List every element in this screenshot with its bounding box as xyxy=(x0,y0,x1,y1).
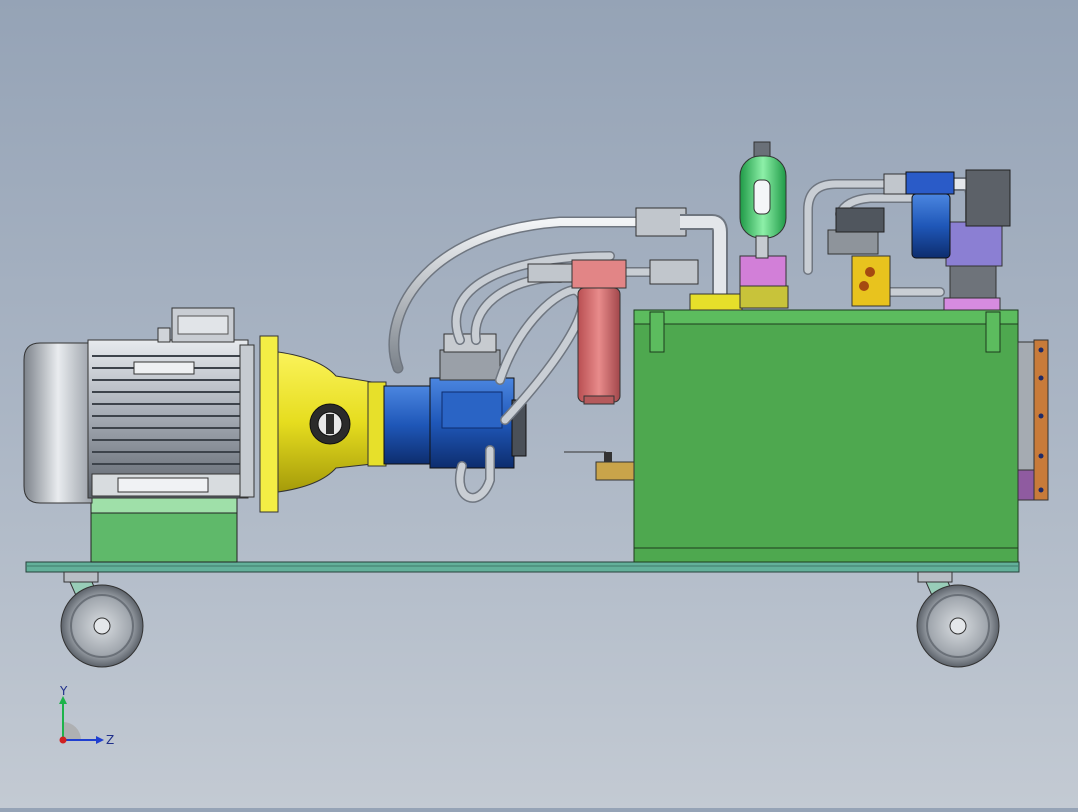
electric-motor[interactable] xyxy=(23,307,255,504)
caster-wheel-right[interactable] xyxy=(916,571,1000,668)
coordinate-triad: Y Z xyxy=(59,686,114,747)
motor-base[interactable] xyxy=(90,496,238,563)
bell-housing[interactable] xyxy=(259,335,373,513)
z-axis-arrow-icon xyxy=(96,736,104,744)
z-axis-label: Z xyxy=(106,733,114,747)
cad-viewport[interactable]: Y Z xyxy=(0,0,1078,808)
base-frame[interactable] xyxy=(25,561,1020,573)
return-filter[interactable] xyxy=(571,259,627,405)
bladder-accumulator[interactable] xyxy=(739,141,787,259)
oil-tank[interactable] xyxy=(633,309,1049,563)
drain-valve[interactable] xyxy=(564,451,635,481)
y-axis-label: Y xyxy=(59,686,68,698)
assembly-drawing[interactable] xyxy=(0,0,1078,808)
pressure-filter[interactable] xyxy=(905,171,955,259)
caster-wheel-left[interactable] xyxy=(60,571,144,668)
x-axis-dot-icon xyxy=(59,736,67,744)
